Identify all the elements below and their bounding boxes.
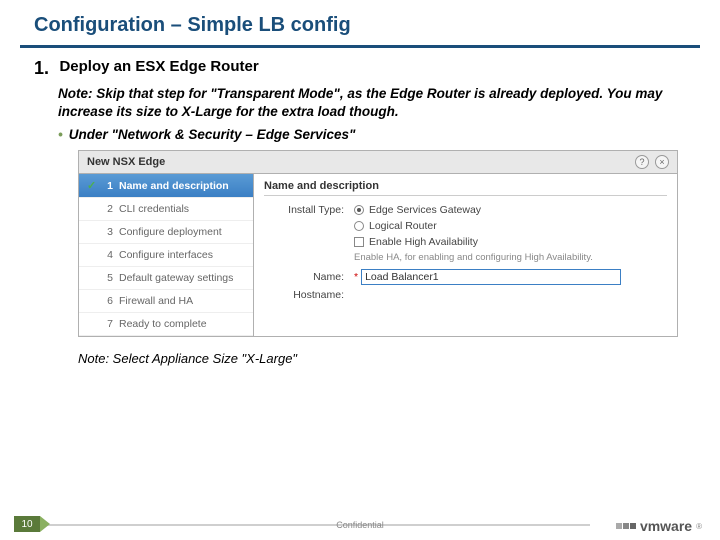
wizard-step-name-description[interactable]: ✓ 1 Name and description	[79, 174, 253, 198]
checkbox-enable-ha[interactable]	[354, 237, 364, 247]
wizard-steps-list: ✓ 1 Name and description 2 CLI credentia…	[79, 174, 254, 336]
logo-registered: ®	[696, 522, 702, 531]
radio-edge-services-gateway[interactable]	[354, 205, 364, 215]
vmware-logo: vmware ®	[616, 518, 702, 534]
section-title: Name and description	[264, 180, 667, 196]
step-heading: 1. Deploy an ESX Edge Router	[34, 58, 680, 79]
step-label: Ready to complete	[119, 318, 207, 330]
logo-text: vmware	[640, 518, 692, 534]
step-label: Default gateway settings	[119, 272, 233, 284]
step-label: Firewall and HA	[119, 295, 193, 307]
wizard-step-default-gateway[interactable]: 5 Default gateway settings	[79, 267, 253, 290]
note-appliance-size: Note: Select Appliance Size "X-Large"	[78, 351, 680, 366]
checkmark-icon: ✓	[87, 179, 97, 192]
wizard-step-firewall-ha[interactable]: 6 Firewall and HA	[79, 290, 253, 313]
help-icon[interactable]: ?	[635, 155, 649, 169]
step-number: 1.	[34, 58, 49, 79]
name-label: Name:	[264, 271, 344, 283]
step-title: Deploy an ESX Edge Router	[59, 58, 258, 75]
bullet-icon: •	[58, 127, 63, 142]
nsx-edge-wizard: New NSX Edge ? × ✓ 1 Name and descriptio…	[78, 150, 678, 337]
bullet-network-security: • Under "Network & Security – Edge Servic…	[58, 127, 680, 142]
step-label: CLI credentials	[119, 203, 189, 215]
step-label: Configure interfaces	[119, 249, 213, 261]
step-num: 5	[103, 272, 113, 284]
checkbox-label-ha: Enable High Availability	[369, 236, 478, 248]
wizard-step-configure-interfaces[interactable]: 4 Configure interfaces	[79, 244, 253, 267]
install-type-label: Install Type:	[264, 204, 344, 216]
wizard-step-configure-deployment[interactable]: 3 Configure deployment	[79, 221, 253, 244]
logo-boxes-icon	[616, 523, 636, 529]
wizard-header: New NSX Edge ? ×	[79, 151, 677, 174]
wizard-main-panel: Name and description Install Type: Edge …	[254, 174, 677, 336]
ha-hint-text: Enable HA, for enabling and configuring …	[354, 252, 667, 263]
step-label: Name and description	[119, 180, 229, 192]
page-title: Configuration – Simple LB config	[0, 0, 720, 45]
hostname-label: Hostname:	[264, 289, 344, 301]
step-num: 2	[103, 203, 113, 215]
radio-label-router: Logical Router	[369, 220, 437, 232]
close-icon[interactable]: ×	[655, 155, 669, 169]
wizard-step-ready-complete[interactable]: 7 Ready to complete	[79, 313, 253, 336]
wizard-title: New NSX Edge	[87, 156, 165, 168]
name-input[interactable]	[361, 269, 621, 285]
radio-label-gateway: Edge Services Gateway	[369, 204, 481, 216]
note-transparent-mode: Note: Skip that step for "Transparent Mo…	[58, 85, 680, 121]
step-num: 3	[103, 226, 113, 238]
confidential-label: Confidential	[0, 520, 720, 530]
step-num: 4	[103, 249, 113, 261]
step-num: 7	[103, 318, 113, 330]
step-label: Configure deployment	[119, 226, 222, 238]
required-asterisk: *	[354, 271, 358, 283]
bullet-text: Under "Network & Security – Edge Service…	[69, 127, 356, 142]
radio-logical-router[interactable]	[354, 221, 364, 231]
footer: 10 Confidential vmware®	[0, 510, 720, 540]
wizard-step-cli-credentials[interactable]: 2 CLI credentials	[79, 198, 253, 221]
step-num: 6	[103, 295, 113, 307]
step-num: 1	[103, 180, 113, 192]
